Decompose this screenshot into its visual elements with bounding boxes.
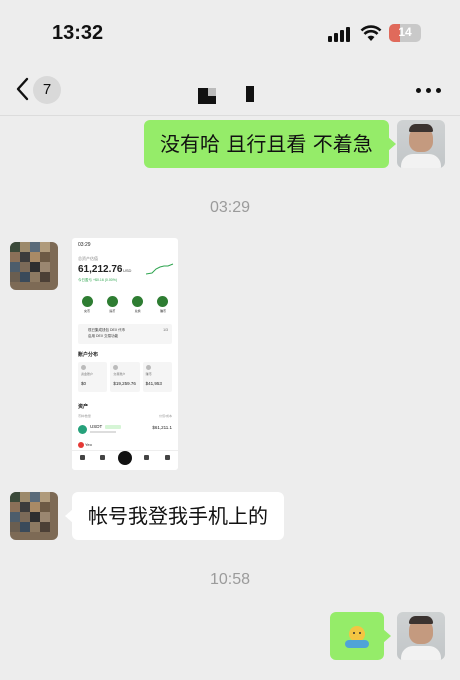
shot-time: 03:29 xyxy=(78,242,91,248)
status-bar: 13:32 14 xyxy=(0,0,460,64)
back-arrow-icon[interactable] xyxy=(14,74,34,104)
message-bubble-other[interactable]: 帐号我登我手机上的 xyxy=(65,492,284,540)
shot-total-label: 总资产估值 xyxy=(78,256,98,261)
sticker-message[interactable] xyxy=(330,612,391,660)
shot-asset-row: USDT $61,211.1 xyxy=(78,424,172,436)
shot-action-earn: 赚币 xyxy=(154,296,172,313)
shot-asset-row: Yeo xyxy=(78,442,92,448)
shot-action-deposit: 充币 xyxy=(78,296,96,313)
timestamp: 03:29 xyxy=(209,199,251,216)
shot-distribution-title: 账户分布 xyxy=(78,352,99,358)
battery-level: 14 xyxy=(398,25,412,39)
shot-actions: 充币 提币 兑换 赚币 xyxy=(78,296,172,313)
shot-account-cards: 资金账户 $0 交易账户 $19,259.76 赚币 $41,953 xyxy=(78,362,172,392)
shot-assets-sub: 币种/数量 xyxy=(78,414,91,418)
shot-pnl: 今日盈亏 +$0.16 (0.00%) xyxy=(78,278,118,282)
shot-dex-banner: 现已集成钱包 DEX 代币 启用 DEX 交易功能 1/3 xyxy=(78,324,172,344)
shot-card: 赚币 $41,953 xyxy=(142,362,172,392)
self-avatar[interactable] xyxy=(397,120,445,168)
message-bubble-self[interactable]: 没有哈 且行且看 不着急 xyxy=(144,120,396,168)
contact-avatar[interactable] xyxy=(10,492,58,540)
shot-total-value: 61,212.76 xyxy=(78,264,123,275)
usdt-coin-icon xyxy=(78,425,87,434)
chat-header: 7 xyxy=(0,64,460,116)
shot-action-withdraw: 提币 xyxy=(103,296,121,313)
wallet-screenshot-image[interactable]: 03:29 总资产估值 61,212.76 USD 今日盈亏 +$0.16 (0… xyxy=(72,238,178,470)
status-time: 13:32 xyxy=(52,22,104,44)
cellular-signal-icon xyxy=(328,26,350,42)
shot-action-convert: 兑换 xyxy=(129,296,147,313)
shot-unit: USD xyxy=(123,268,132,273)
self-avatar[interactable] xyxy=(397,612,445,660)
sparkline-chart xyxy=(146,263,174,275)
wifi-icon xyxy=(360,25,382,41)
timestamp: 10:58 xyxy=(209,571,251,588)
shot-card: 交易账户 $19,259.76 xyxy=(110,362,140,392)
more-options-icon[interactable] xyxy=(416,88,441,93)
shot-assets-sub2: 价值/成本 xyxy=(159,414,172,418)
chat-title-redacted xyxy=(198,84,260,104)
unread-count-badge[interactable]: 7 xyxy=(33,76,61,104)
contact-avatar[interactable] xyxy=(10,242,58,290)
battery-icon: 14 xyxy=(389,24,421,42)
shot-card: 资金账户 $0 xyxy=(78,362,108,392)
coin-icon xyxy=(78,442,84,448)
shot-assets-title: 资产 xyxy=(78,404,89,410)
shot-tab-bar xyxy=(72,450,178,470)
